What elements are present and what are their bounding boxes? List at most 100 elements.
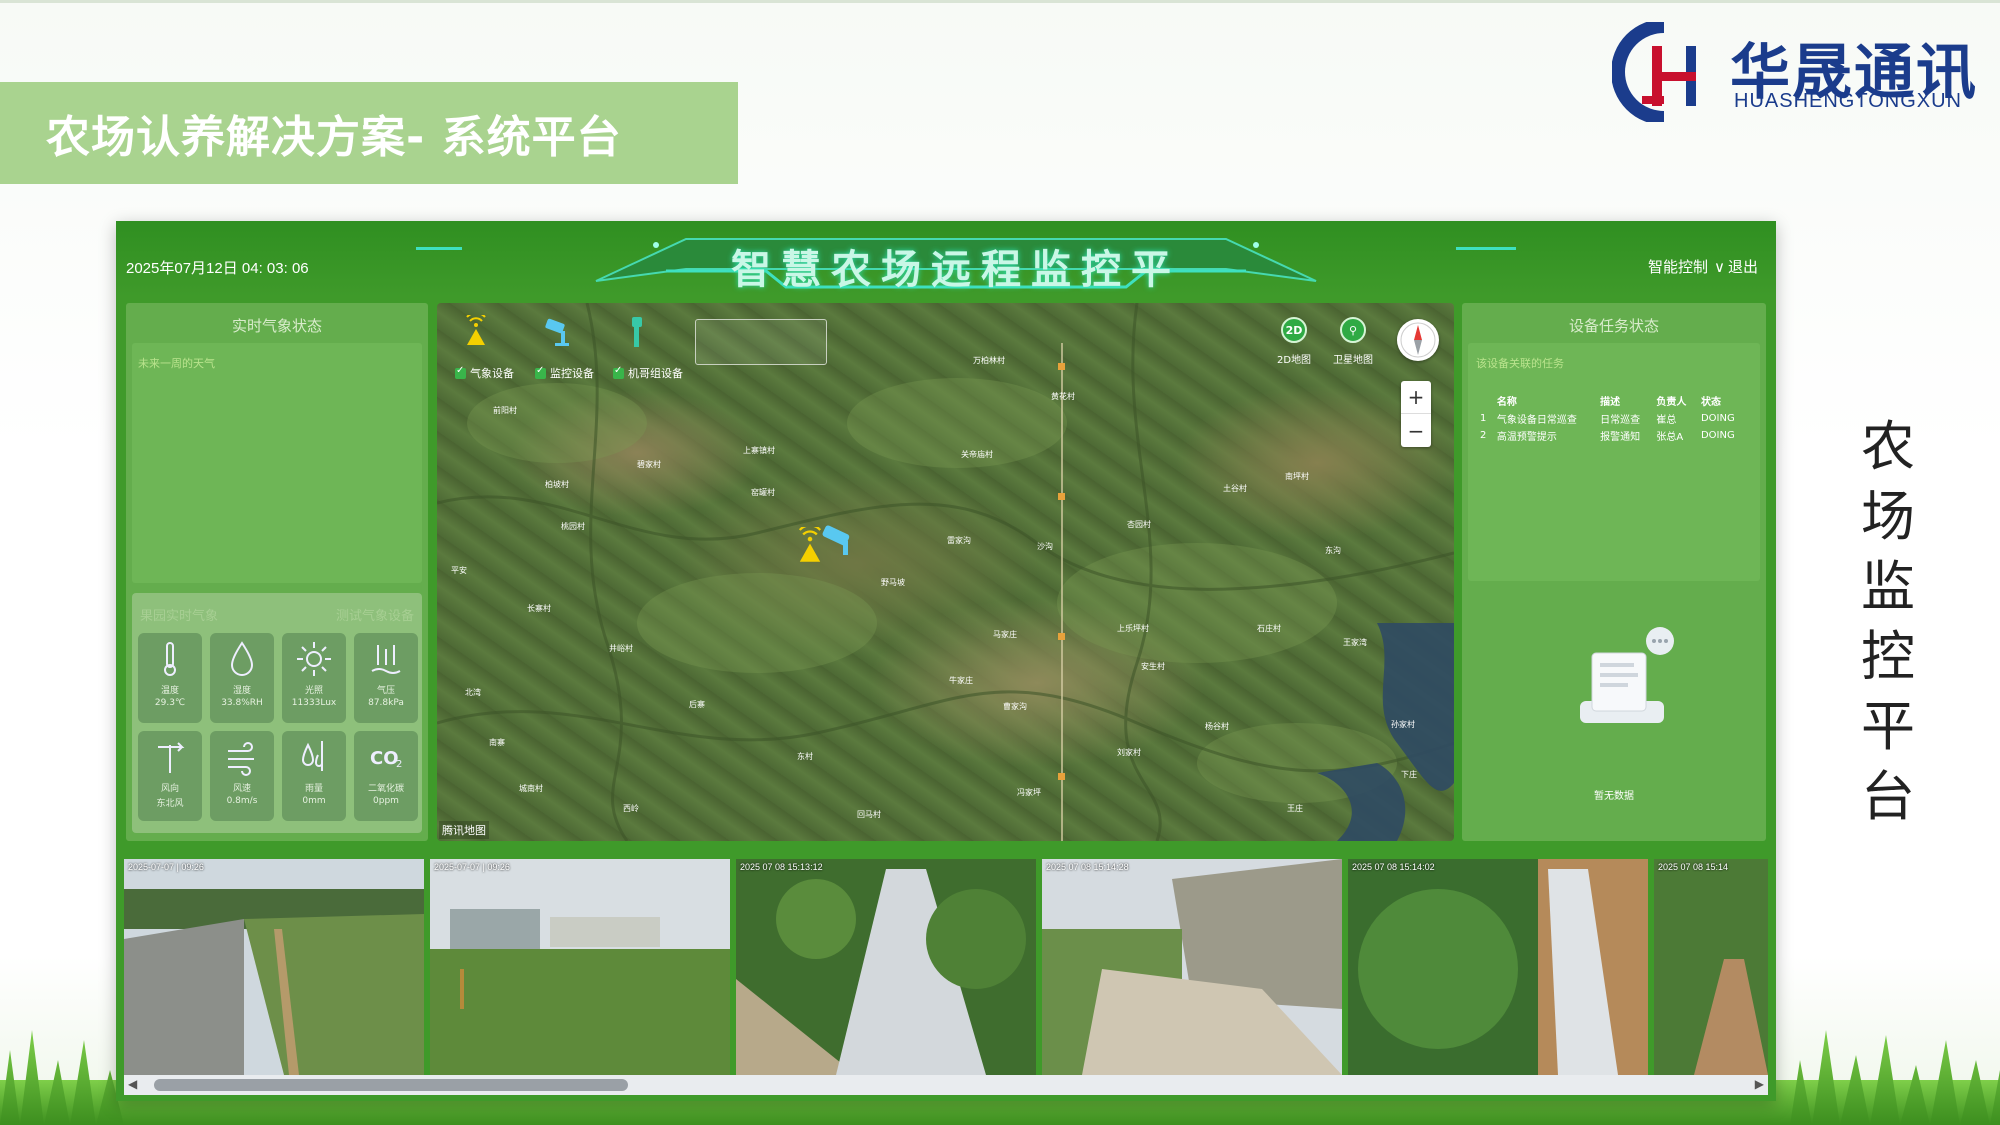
sensor-value: 0ppm [373,796,399,806]
device-task-panel: 设备任务状态 该设备关联的任务 名称 描述 负责人 状态 1 气象设备日常巡查 … [1462,303,1766,841]
insect-trap-icon [632,317,642,347]
current-datetime: 2025年07月12日 04: 03: 06 [126,260,309,277]
map-mode-2d[interactable]: 2D 2D地图 [1277,317,1311,366]
svg-text:CO: CO [370,748,399,769]
task-owner: 张总A [1656,432,1684,443]
legend-text: 监控设备 [550,367,594,380]
sensor-temperature: 温度 29.3℃ [138,633,202,723]
map-place-label: 牛家庄 [949,676,973,685]
sensor-value: 33.8%RH [221,698,263,708]
sensor-name: 雨量 [304,784,323,794]
realtime-device-selector[interactable]: 测试气象设备 [336,605,414,624]
map-2d-badge: 2D [1281,317,1308,343]
map-place-label: 南寨 [489,738,505,747]
legend-camera-device[interactable] [543,315,573,349]
map-place-label: 刘家村 [1117,748,1141,757]
thermometer-icon [164,642,176,676]
side-char: 农 [1861,415,1915,478]
logo-english-name: HUASHENGTONGXUN [1734,90,1962,112]
row-index: 2 [1480,430,1487,441]
scroll-right-arrow-icon[interactable]: ▶ [1755,1077,1764,1091]
side-char: 监 [1861,555,1915,618]
map-place-label: 井峪村 [609,644,633,653]
logout-button[interactable]: 退出 [1728,256,1758,277]
map-place-label: 王庄 [1287,804,1303,813]
map-place-label: 安生村 [1141,662,1165,671]
map-place-label: 杨谷村 [1205,722,1229,731]
weekly-weather-subtitle: 未来一周的天气 [138,357,215,370]
map-copyright: 腾讯地图 [439,821,489,839]
empty-state-text: 暂无数据 [1594,791,1634,802]
legend-camera-label[interactable]: 监控设备 [535,365,594,381]
row-index: 1 [1480,413,1487,424]
map-place-label: 野马坡 [881,578,905,587]
camera-feed[interactable]: 2025 07 08 15:14:28 [1042,859,1342,1075]
table-row[interactable]: 1 气象设备日常巡查 日常巡查 崔总 DOING [1476,410,1746,427]
column-header: 描述 [1600,397,1621,408]
legend-trap-device[interactable] [621,315,651,349]
task-table: 名称 描述 负责人 状态 1 气象设备日常巡查 日常巡查 崔总 DOING 2 … [1476,391,1746,444]
slide-title: 农场认养解决方案- 系统平台 [0,82,738,184]
map-search-box[interactable] [695,319,827,365]
sensor-wind-speed: 风速 0.8m/s [210,731,274,821]
map-place-label: 马家庄 [993,630,1017,639]
platform-header: 2025年07月12日 04: 03: 06 智慧农场远程监控平台 智能控制 ∨… [116,221,1776,351]
legend-trap-label[interactable]: 机哥组设备 [613,365,683,381]
map-place-label: 曹家沟 [1003,702,1027,711]
weather-station-icon [466,315,486,345]
top-border-line [0,0,2000,3]
camera-timestamp: 2025 07 08 15:14:02 [1352,862,1435,872]
map-place-label: 下庄 [1401,770,1417,779]
sensor-value: 0mm [302,796,326,806]
task-panel-title: 设备任务状态 [1568,317,1659,335]
sensor-name: 气压 [376,686,395,696]
map-place-label: 北湾 [465,688,481,697]
humidity-drop-icon [230,641,254,676]
legend-weather-label[interactable]: 气象设备 [455,365,514,381]
camera-feed[interactable]: 2025 07 08 15:14 [1654,859,1768,1075]
sensor-name: 风速 [232,784,251,794]
sensor-value: 0.8m/s [226,796,258,806]
task-status: DOING [1700,413,1735,424]
task-subtitle: 该设备关联的任务 [1476,357,1564,370]
scroll-left-arrow-icon[interactable]: ◀ [128,1077,137,1091]
sensor-name: 湿度 [232,686,251,696]
map-place-label: 西岭 [623,804,639,813]
side-char: 场 [1861,485,1915,548]
checkbox-checked-icon [535,365,546,379]
empty-state-illustration-icon [1580,627,1674,723]
scrollbar-thumb[interactable] [154,1079,628,1091]
map-place-label: 土谷村 [1223,484,1247,493]
camera-strip-scrollbar[interactable]: ◀ ▶ [124,1075,1768,1095]
task-status: DOING [1700,430,1735,441]
camera-feed[interactable]: 2025 07 08 15:14:02 [1348,859,1648,1075]
map-mode-satellite[interactable]: ⚲ 卫星地图 [1333,317,1373,366]
smart-control-menu[interactable]: 智能控制 ∨ [1648,256,1725,277]
zoom-out-button[interactable]: − [1401,414,1431,447]
legend-weather-device[interactable] [461,315,491,349]
weather-panel-title: 实时气象状态 [231,317,322,335]
camera-feed[interactable]: 2025-07-07 | 09:26 [430,859,730,1075]
co2-icon: CO2 [370,748,402,770]
satellite-map[interactable]: 万柏林村 黄花村 前阳村 上寨镇村 碧家村 柏坡村 关帝庙村 窑罐村 土谷村 南… [437,303,1454,841]
wind-vane-icon [158,742,185,773]
map-place-label: 南坪村 [1285,472,1309,481]
map-place-label: 后寨 [689,700,705,709]
sensor-value: 29.3℃ [154,698,186,708]
compass-icon[interactable] [1397,319,1439,361]
header-deco-line [416,247,462,250]
column-header: 状态 [1700,397,1721,408]
map-place-label: 长寨村 [527,604,551,613]
camera-feed[interactable]: 2025 07 08 15:13:12 [736,859,1036,1075]
camera-timestamp: 2025-07-07 | 09:26 [434,862,510,872]
camera-image [430,859,730,1075]
zoom-in-button[interactable]: + [1401,381,1431,414]
table-row[interactable]: 2 高温预警提示 报警通知 张总A DOING [1476,427,1746,444]
camera-marker-icon[interactable] [819,523,859,559]
camera-feed[interactable]: 2025-07-07 | 09:26 [124,859,424,1075]
map-place-label: 东村 [797,752,813,761]
map-place-label: 碧家村 [637,460,661,469]
camera-image [1348,859,1648,1075]
chevron-down-icon: ∨ [1714,257,1725,276]
checkbox-checked-icon [455,365,466,379]
